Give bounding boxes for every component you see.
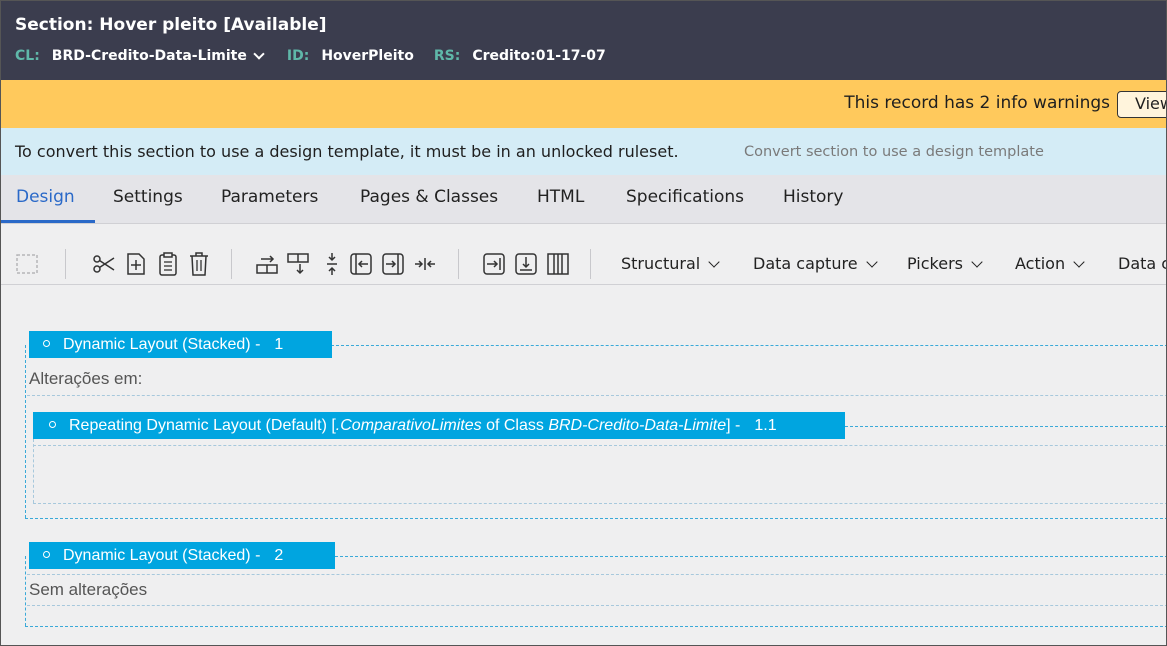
tab-specifications[interactable]: Specifications xyxy=(626,187,744,207)
layout-2-border xyxy=(335,556,1166,557)
add-icon[interactable] xyxy=(124,251,148,277)
tab-parameters[interactable]: Parameters xyxy=(221,187,318,207)
convert-template-link[interactable]: Convert section to use a design template xyxy=(744,144,1044,160)
dynamic-layout-2-header[interactable]: Dynamic Layout (Stacked) - 2 xyxy=(29,542,335,569)
warning-message: This record has 2 info warnings xyxy=(844,93,1110,113)
move-right-icon[interactable] xyxy=(381,251,405,277)
toolbar-divider xyxy=(590,249,591,279)
chevron-down-icon xyxy=(971,256,983,268)
cl-label: CL: xyxy=(15,48,40,64)
chevron-down-icon[interactable] xyxy=(253,48,265,60)
dynamic-layout-1-header[interactable]: Dynamic Layout (Stacked) - 1 xyxy=(29,331,332,358)
data-display-menu-label: Data c xyxy=(1118,254,1167,273)
repeat-class: BRD-Credito-Data-Limite xyxy=(548,417,727,434)
repeat-property: .ComparativoLimites xyxy=(335,417,482,434)
tab-pages-classes[interactable]: Pages & Classes xyxy=(360,187,498,207)
chevron-down-icon xyxy=(708,256,720,268)
repeating-layout-header[interactable]: Repeating Dynamic Layout (Default) [.Com… xyxy=(33,412,845,439)
chevron-down-icon xyxy=(1073,256,1085,268)
layout-dot-icon xyxy=(43,340,50,347)
repeat-mid: of Class xyxy=(481,417,549,434)
id-label: ID: xyxy=(286,48,310,64)
action-menu[interactable]: Action xyxy=(1015,254,1085,273)
status-badge: [Available] xyxy=(223,15,327,35)
layout-1-border xyxy=(331,345,1166,346)
rule-header: Section: Hover pleito [Available] CL: BR… xyxy=(1,1,1166,80)
layout-dot-icon xyxy=(49,421,56,428)
layout-1-border xyxy=(25,518,1166,519)
field-cell-border xyxy=(27,605,1166,606)
layout-2-border xyxy=(25,626,1166,627)
layout-1-border xyxy=(25,345,26,518)
repeating-row-border xyxy=(33,445,1166,446)
alteracoes-label[interactable]: Alterações em: xyxy=(29,369,142,389)
rs-value: Credito:01-17-07 xyxy=(472,48,606,64)
chevron-down-icon xyxy=(865,256,878,268)
layout-2-label: Dynamic Layout (Stacked) - xyxy=(63,547,261,564)
section-name: Section: Hover pleito xyxy=(15,15,218,35)
info-message: To convert this section to use a design … xyxy=(15,142,679,161)
view-warnings-button[interactable]: View xyxy=(1117,91,1166,118)
delete-icon[interactable] xyxy=(187,251,211,277)
paste-icon[interactable] xyxy=(156,251,180,277)
cl-value[interactable]: BRD-Credito-Data-Limite xyxy=(52,48,247,64)
tab-settings[interactable]: Settings xyxy=(113,187,183,207)
pickers-menu[interactable]: Pickers xyxy=(907,254,983,273)
repeat-prefix: Repeating Dynamic Layout (Default) [ xyxy=(69,417,336,434)
sem-alteracoes-label[interactable]: Sem alterações xyxy=(29,580,147,600)
field-cell-border xyxy=(27,395,1166,396)
toolbar-divider xyxy=(65,249,66,279)
structural-menu[interactable]: Structural xyxy=(621,254,720,273)
pickers-menu-label: Pickers xyxy=(907,254,963,273)
repeating-row-border xyxy=(33,439,34,503)
toolbar-divider xyxy=(458,249,459,279)
structural-menu-label: Structural xyxy=(621,254,701,273)
rule-tabs: Design Settings Parameters Pages & Class… xyxy=(1,175,1166,223)
columns-icon[interactable] xyxy=(546,251,570,277)
repeating-row-border xyxy=(33,503,1166,504)
repeating-layout-border xyxy=(845,426,1166,427)
rule-meta: CL: BRD-Credito-Data-Limite ID: HoverPle… xyxy=(15,48,626,64)
data-capture-menu[interactable]: Data capture xyxy=(753,254,878,273)
repeat-suffix: ] - xyxy=(726,417,741,434)
design-toolbar: Structural Data capture Pickers Action D… xyxy=(1,223,1167,285)
app-window: Section: Hover pleito [Available] CL: BR… xyxy=(0,0,1167,646)
tab-html[interactable]: HTML xyxy=(537,187,584,207)
tab-history[interactable]: History xyxy=(783,187,843,207)
move-left-icon[interactable] xyxy=(349,251,373,277)
layout-2-number: 2 xyxy=(274,547,284,564)
tab-design[interactable]: Design xyxy=(16,187,75,207)
indent-down-icon[interactable] xyxy=(514,251,538,277)
rs-label: RS: xyxy=(433,48,461,64)
page-title: Section: Hover pleito [Available] xyxy=(15,15,327,35)
indent-right-icon[interactable] xyxy=(482,251,506,277)
layout-1-number: 1 xyxy=(274,336,284,353)
layout-1-label: Dynamic Layout (Stacked) - xyxy=(63,336,261,353)
warning-bar: This record has 2 info warnings View xyxy=(1,80,1166,128)
split-icon[interactable] xyxy=(320,251,344,277)
action-menu-label: Action xyxy=(1015,254,1066,273)
field-cell-border xyxy=(27,574,1166,575)
toolbar-divider xyxy=(231,249,232,279)
id-value: HoverPleito xyxy=(321,48,414,64)
cut-icon[interactable] xyxy=(92,251,116,277)
layout-2-border xyxy=(25,556,26,626)
info-bar: To convert this section to use a design … xyxy=(1,128,1166,175)
select-icon[interactable] xyxy=(15,251,39,277)
repeat-number: 1.1 xyxy=(754,417,777,434)
collapse-icon[interactable] xyxy=(413,251,437,277)
data-capture-menu-label: Data capture xyxy=(753,254,858,273)
data-display-menu[interactable]: Data c xyxy=(1118,254,1167,273)
insert-row-icon[interactable] xyxy=(255,251,279,277)
layout-dot-icon xyxy=(43,551,50,558)
insert-column-icon[interactable] xyxy=(286,251,310,277)
